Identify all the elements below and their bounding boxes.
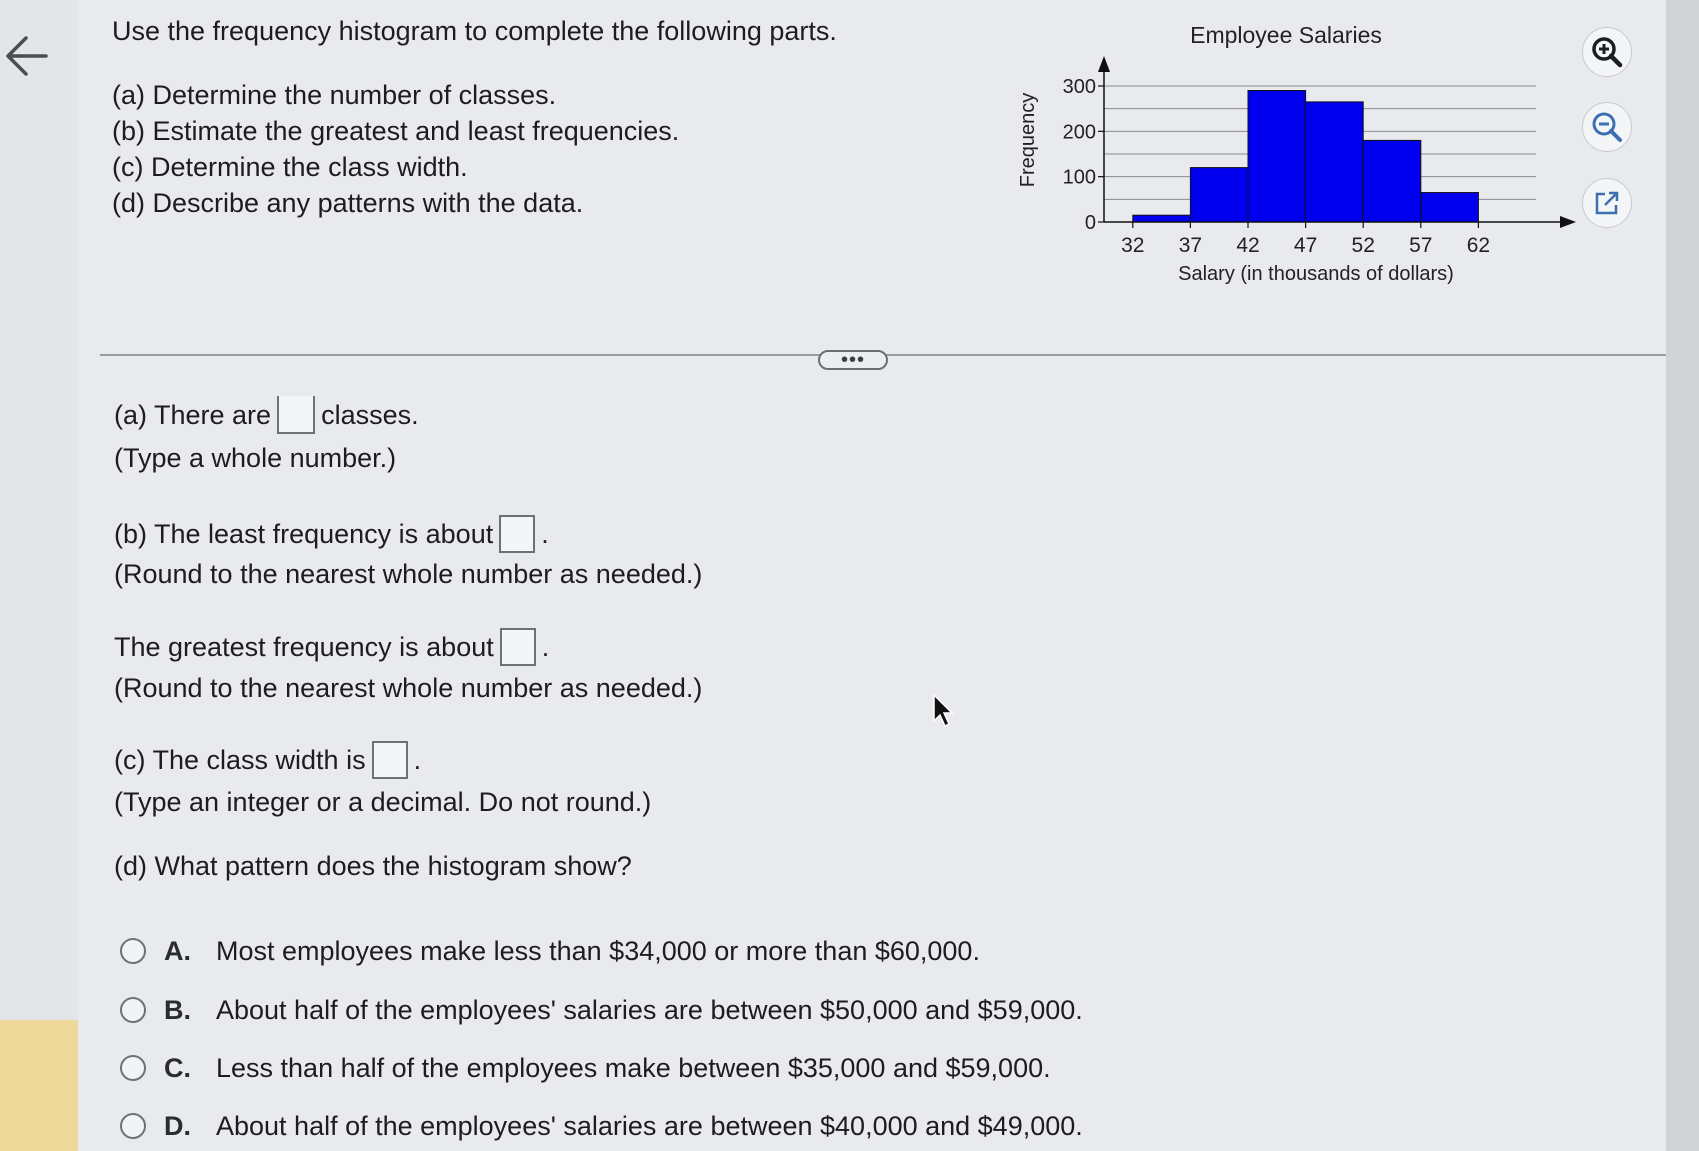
y-tick-label: 0 [1085,212,1096,234]
answer-b-greatest-row: The greatest frequency is about . [114,628,549,666]
answer-c-prefix: (c) The class width is [114,745,366,775]
answer-b-greatest-prefix: The greatest frequency is about [114,632,494,662]
x-tick-label: 32 [1121,234,1144,257]
option-b-text: About half of the employees' salaries ar… [216,995,1083,1025]
option-d-radio[interactable] [120,1113,146,1139]
zoom-in-button[interactable] [1582,27,1632,77]
external-link-button[interactable] [1582,178,1632,228]
x-tick-label: 37 [1179,234,1202,257]
option-d-letter: D. [164,1111,191,1141]
option-c-letter: C. [164,1053,191,1083]
option-a-text: Most employees make less than $34,000 or… [216,936,980,966]
x-axis-arrow-icon [1560,216,1576,228]
x-axis-label: Salary (in thousands of dollars) [1178,263,1454,285]
histogram-bar [1189,167,1249,223]
option-b-letter: B. [164,995,191,1025]
zoom-out-icon [1592,112,1622,142]
y-tick-label: 200 [1063,121,1096,143]
histogram-chart: Employee Salaries 0 100 200 300 32 37 42 47 52 57 6… [1017,22,1576,285]
x-tick-label: 57 [1409,234,1432,257]
left-strip-highlight [0,1020,78,1151]
answer-b-least-prefix: (b) The least frequency is about [114,519,494,549]
answer-a-suffix: classes. [321,400,419,430]
back-arrow-icon[interactable] [2,30,54,82]
option-b-radio[interactable] [120,997,146,1023]
histogram-bar [1305,101,1364,223]
option-c[interactable]: C. Less than half of the employees make … [120,1051,1051,1085]
y-tick-label: 100 [1063,167,1096,189]
histogram-bar [1132,214,1191,223]
x-tick-label: 42 [1236,234,1259,257]
greatest-frequency-input[interactable] [499,628,536,666]
answer-b-least-period: . [541,519,549,549]
option-c-text: Less than half of the employees make bet… [216,1053,1051,1083]
answer-b-least-row: (b) The least frequency is about . [114,515,549,553]
y-axis-arrow-icon [1098,56,1110,72]
least-frequency-input[interactable] [499,515,536,553]
answer-c-row: (c) The class width is . [114,741,421,779]
answer-a-prefix: (a) There are [114,400,272,430]
option-c-radio[interactable] [120,1055,146,1081]
answer-a-input[interactable] [277,396,316,434]
option-b[interactable]: B. About half of the employees' salaries… [120,993,1083,1027]
answer-b-greatest-period: . [541,632,550,662]
x-tick-label: 52 [1352,234,1375,257]
mouse-cursor-icon [933,693,954,728]
y-tick-label: 300 [1063,76,1096,98]
question-intro: Use the frequency histogram to complete … [112,16,837,46]
answer-a-row: (a) There are classes. [114,396,419,434]
option-a-letter: A. [164,936,191,966]
external-link-icon [1595,191,1619,215]
y-axis-label: Frequency [1017,93,1039,188]
answer-c-period: . [413,745,422,775]
answer-a-hint: (Type a whole number.) [114,443,397,473]
x-tick-label: 47 [1294,234,1317,257]
answer-b-hint-2: (Round to the nearest whole number as ne… [114,673,703,703]
question-part-b: (b) Estimate the greatest and least freq… [112,116,680,146]
zoom-in-icon [1592,37,1623,68]
class-width-input[interactable] [371,741,408,779]
answer-b-hint-1: (Round to the nearest whole number as ne… [114,559,703,589]
zoom-out-button[interactable] [1582,102,1632,152]
histogram-bar [1420,192,1479,223]
option-a[interactable]: A. Most employees make less than $34,000… [120,934,980,968]
answer-c-hint: (Type an integer or a decimal. Do not ro… [114,787,652,817]
question-part-a: (a) Determine the number of classes. [112,80,557,110]
more-options-button[interactable]: ••• [818,350,888,370]
answer-d-prompt: (d) What pattern does the histogram show… [114,851,632,881]
x-tick-label: 62 [1467,234,1490,257]
option-a-radio[interactable] [120,938,146,964]
option-d[interactable]: D. About half of the employees' salaries… [120,1109,1083,1143]
right-edge [1666,0,1699,1151]
chart-title: Employee Salaries [1190,22,1382,48]
histogram-bar [1362,139,1422,223]
question-part-d: (d) Describe any patterns with the data. [112,188,584,218]
histogram-bar [1247,90,1307,223]
option-d-text: About half of the employees' salaries ar… [216,1111,1083,1141]
left-strip [0,0,78,1151]
question-part-c: (c) Determine the class width. [112,152,468,182]
